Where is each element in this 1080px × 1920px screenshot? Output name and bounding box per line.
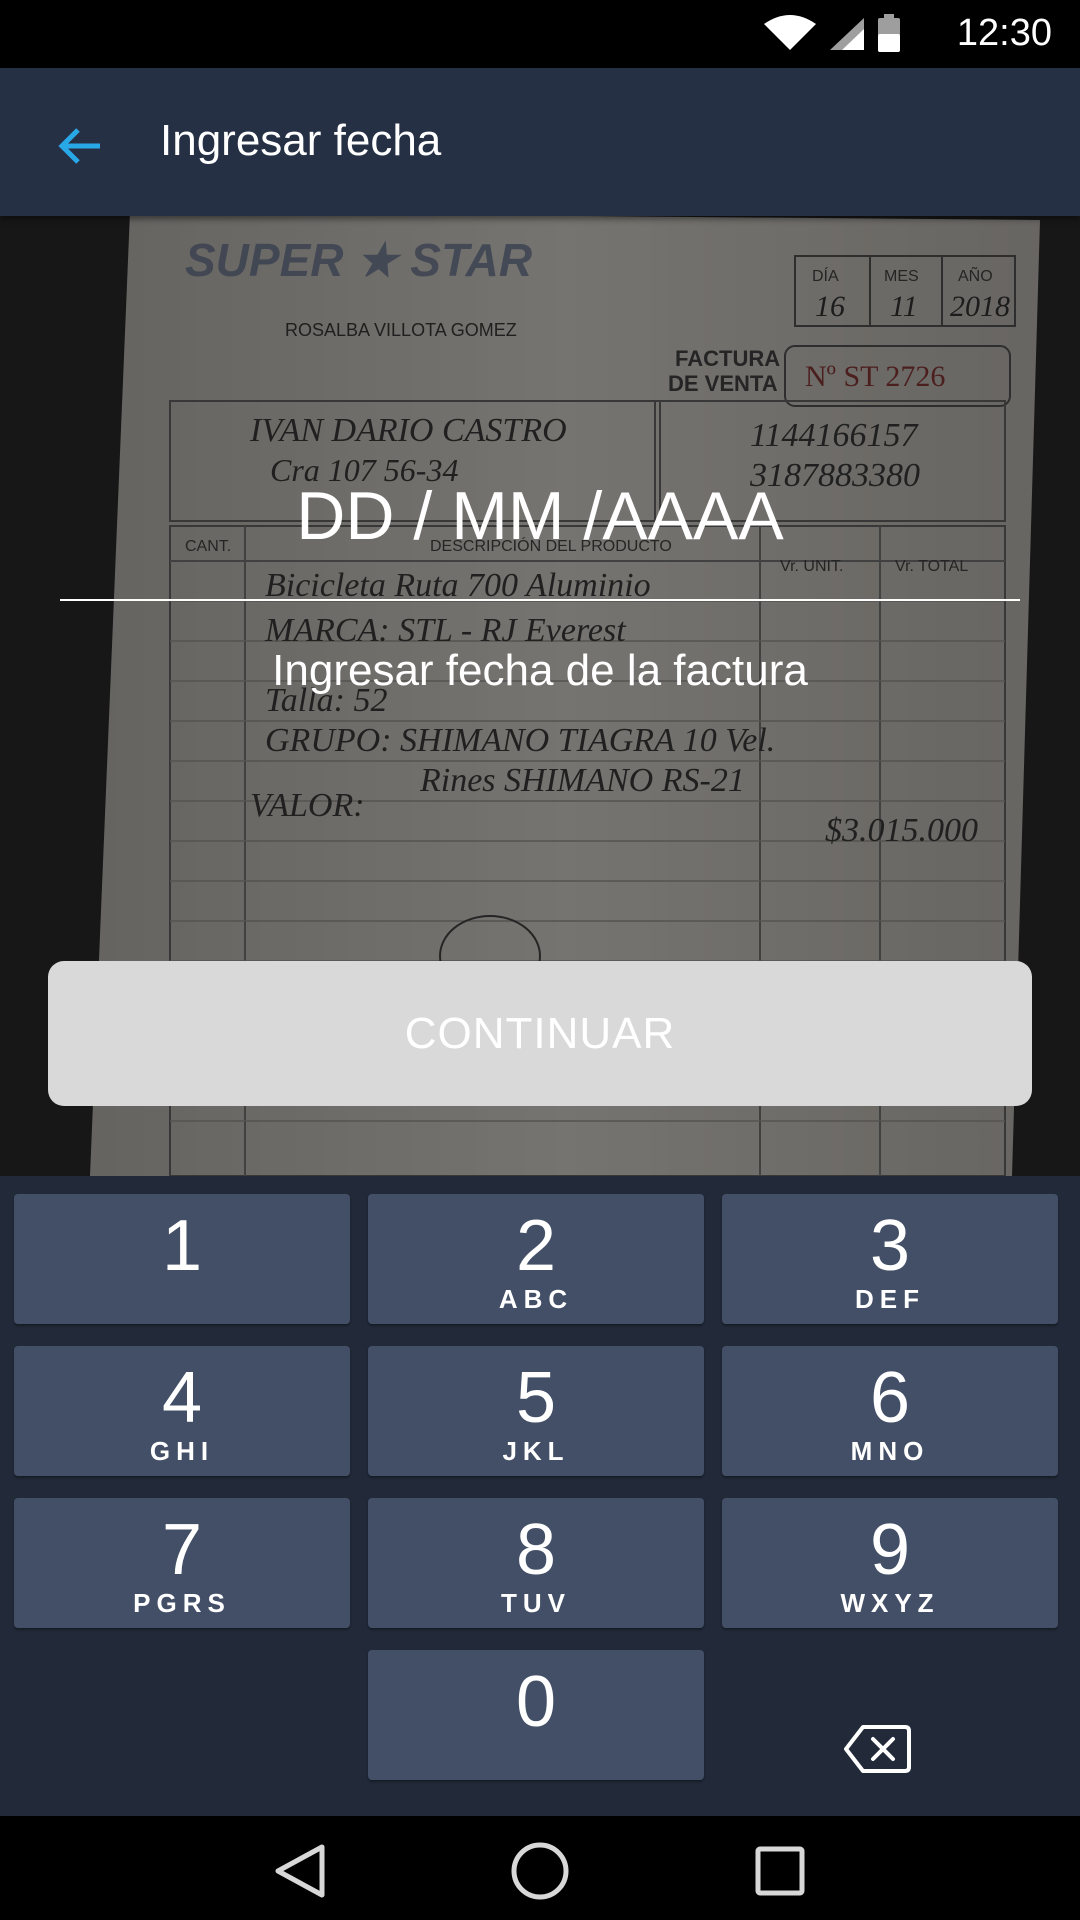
key-digit: 0 — [515, 1662, 557, 1742]
status-icons — [764, 14, 900, 52]
nav-recents-button[interactable] — [745, 1836, 815, 1906]
key-8[interactable]: 8 TUV — [368, 1498, 704, 1628]
nav-back-button[interactable] — [265, 1836, 335, 1906]
key-digit: 5 — [515, 1358, 557, 1438]
key-digit: 6 — [869, 1358, 911, 1438]
key-digit: 2 — [515, 1206, 557, 1286]
app-bar: Ingresar fecha — [0, 68, 1080, 216]
key-letters: JKL — [502, 1436, 570, 1466]
key-1[interactable]: 1 — [14, 1194, 350, 1324]
date-input[interactable] — [60, 466, 1020, 566]
key-letters: ABC — [498, 1284, 574, 1314]
battery-icon — [878, 14, 900, 52]
key-digit: 7 — [161, 1510, 203, 1590]
status-bar: 12:30 — [0, 0, 1080, 68]
content-area: SUPER ★ STAR ROSALBA VILLOTA GOMEZ DÍA M… — [0, 216, 1080, 1176]
arrow-left-icon — [58, 128, 100, 164]
nav-home-button[interactable] — [505, 1836, 575, 1906]
home-circle-icon — [511, 1842, 569, 1900]
recents-square-icon — [755, 1846, 805, 1896]
key-letters: PGRS — [133, 1588, 231, 1618]
key-7[interactable]: 7 PGRS — [14, 1498, 350, 1628]
date-helper-text: Ingresar fecha de la factura — [272, 646, 808, 695]
backspace-icon — [844, 1725, 911, 1773]
signal-icon — [830, 18, 864, 50]
date-input-underline — [60, 599, 1020, 601]
continue-button[interactable]: CONTINUAR — [48, 961, 1032, 1106]
key-2[interactable]: 2 ABC — [368, 1194, 704, 1324]
key-3[interactable]: 3 DEF — [722, 1194, 1058, 1324]
key-digit: 4 — [161, 1358, 203, 1438]
key-5[interactable]: 5 JKL — [368, 1346, 704, 1476]
numeric-keypad: 1 2 ABC 3 DEF 4 GHI 5 JKL 6 MNO 7 PGRS 8… — [0, 1176, 1080, 1816]
navigation-bar — [0, 1816, 1080, 1920]
key-0[interactable]: 0 — [368, 1650, 704, 1780]
page-title: Ingresar fecha — [160, 116, 442, 165]
key-letters: TUV — [501, 1588, 571, 1618]
back-button[interactable] — [44, 110, 116, 182]
key-letters: WXYZ — [840, 1588, 940, 1618]
key-digit: 3 — [869, 1206, 911, 1286]
key-letters: MNO — [850, 1436, 930, 1466]
key-digit: 9 — [869, 1510, 911, 1590]
key-4[interactable]: 4 GHI — [14, 1346, 350, 1476]
key-digit: 8 — [515, 1510, 557, 1590]
key-digit: 1 — [161, 1206, 203, 1286]
backspace-button[interactable] — [710, 1684, 1046, 1814]
key-letters: GHI — [149, 1436, 215, 1466]
back-triangle-icon — [275, 1844, 325, 1898]
key-letters: DEF — [855, 1284, 925, 1314]
key-6[interactable]: 6 MNO — [722, 1346, 1058, 1476]
wifi-icon — [764, 15, 816, 50]
status-time: 12:30 — [956, 12, 1052, 54]
key-9[interactable]: 9 WXYZ — [722, 1498, 1058, 1628]
